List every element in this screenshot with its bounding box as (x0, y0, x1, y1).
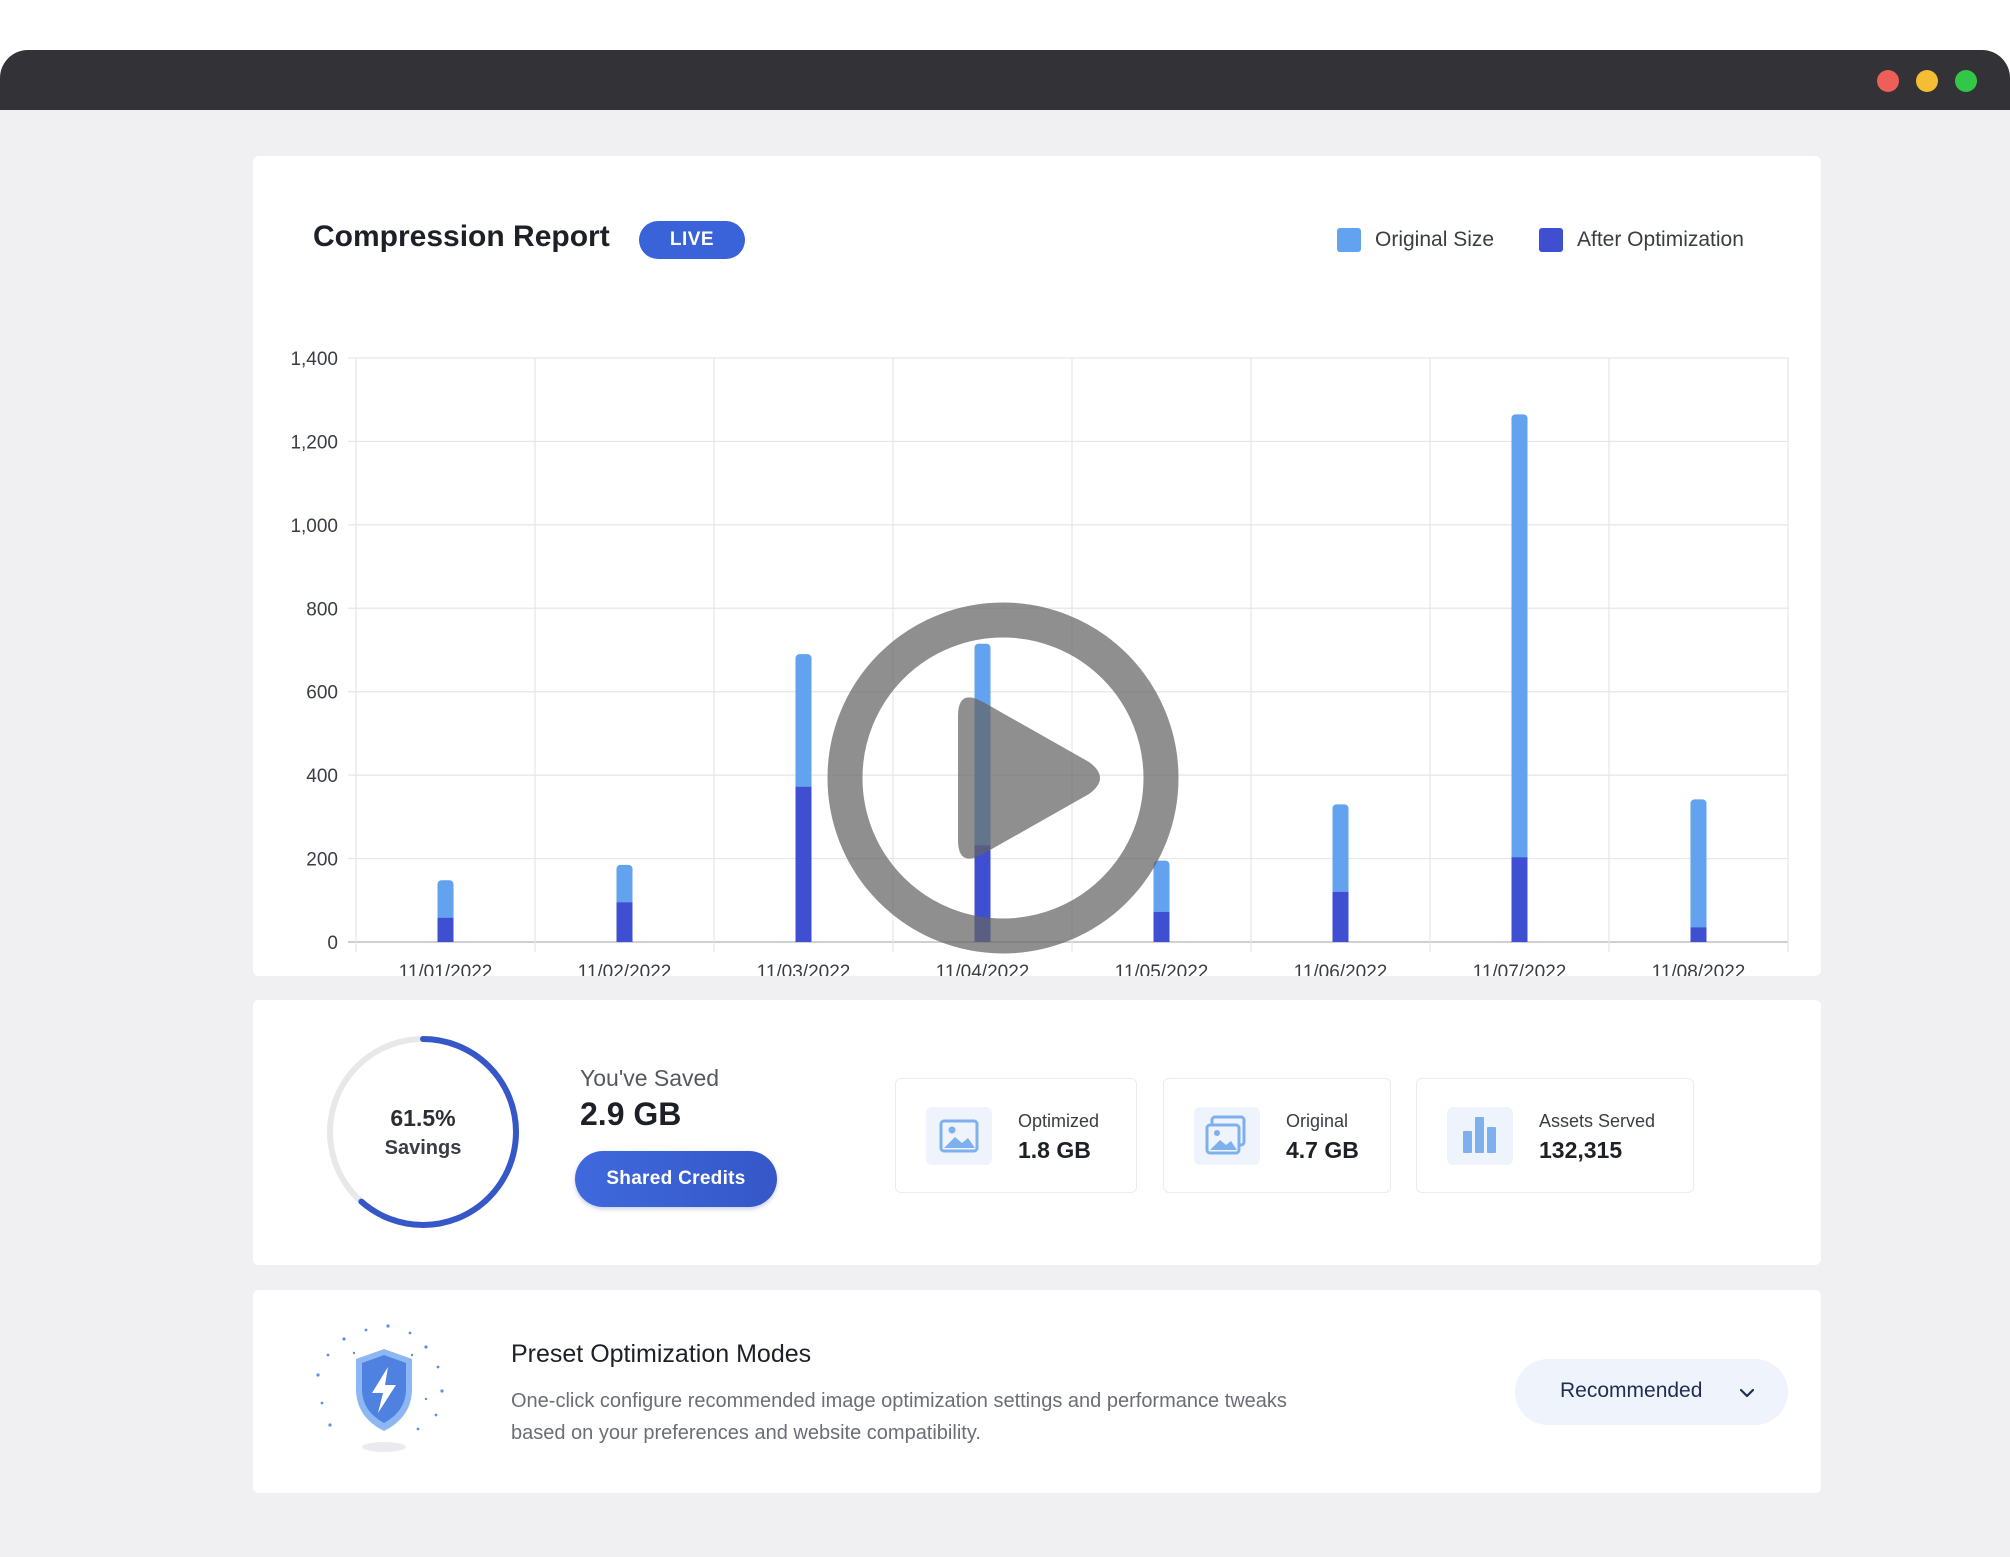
savings-caption: Savings (384, 1137, 462, 1159)
bar-chart-icon (1447, 1107, 1513, 1165)
stat-label: Optimized (1018, 1111, 1100, 1131)
stat-optimized: Optimized 1.8 GB (895, 1078, 1137, 1193)
stat-assets-served: Assets Served 132,315 (1416, 1078, 1694, 1193)
savings-ring (327, 1036, 519, 1228)
preset-title: Preset Optimization Modes (511, 1340, 812, 1368)
app-window: Compression Report LIVE Original Size Af… (0, 50, 2010, 1557)
savings-percent: 61.5% (390, 1105, 456, 1131)
stat-value: 132,315 (1539, 1137, 1623, 1163)
saved-label: You've Saved (580, 1065, 720, 1091)
compression-report-card: Compression Report LIVE Original Size Af… (253, 156, 1821, 976)
video-play-overlay[interactable] (253, 156, 1821, 976)
shield-lightning-icon (316, 1324, 444, 1452)
image-icon (926, 1107, 992, 1165)
preset-description: One-click configure recommended image op… (511, 1390, 1287, 1444)
images-icon (1194, 1107, 1260, 1165)
maximize-window-button[interactable] (1955, 70, 1977, 92)
saved-value: 2.9 GB (580, 1096, 682, 1132)
close-window-button[interactable] (1877, 70, 1899, 92)
preset-modes-card: Preset Optimization Modes One-click conf… (253, 1290, 1821, 1493)
play-icon[interactable] (827, 602, 1179, 954)
optimization-mode-select[interactable]: Recommended (1515, 1359, 1788, 1425)
stat-value: 1.8 GB (1018, 1137, 1091, 1163)
mode-select-value: Recommended (1560, 1379, 1703, 1402)
title-bar (0, 50, 2010, 110)
chevron-down-icon (1739, 1388, 1755, 1398)
stat-label: Assets Served (1539, 1111, 1656, 1131)
savings-card: 61.5% Savings You've Saved 2.9 GB Shared… (253, 1000, 1821, 1265)
stat-label: Original (1286, 1111, 1349, 1131)
stat-value: 4.7 GB (1286, 1137, 1359, 1163)
minimize-window-button[interactable] (1916, 70, 1938, 92)
shared-credits-button[interactable]: Shared Credits (575, 1151, 777, 1207)
stat-original: Original 4.7 GB (1163, 1078, 1391, 1193)
